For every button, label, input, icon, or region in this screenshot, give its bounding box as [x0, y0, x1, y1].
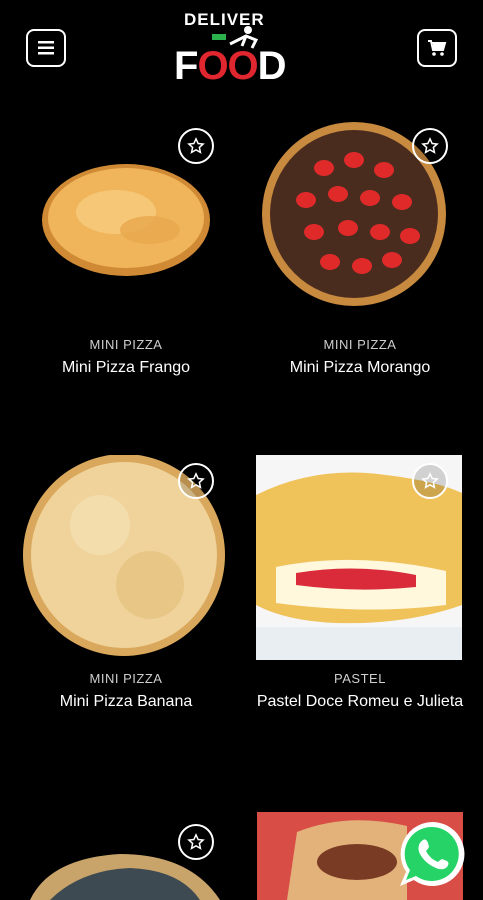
product-card[interactable]	[20, 818, 232, 900]
cart-button[interactable]	[417, 29, 457, 67]
whatsapp-button[interactable]	[396, 818, 468, 890]
product-card[interactable]: MINI PIZZA Mini Pizza Banana	[20, 455, 232, 725]
product-category: MINI PIZZA	[89, 337, 163, 352]
product-name[interactable]: Pastel Doce Romeu e Julieta	[256, 690, 464, 713]
favorite-button[interactable]	[412, 128, 448, 164]
product-name[interactable]: Mini Pizza Frango	[20, 356, 232, 379]
product-card[interactable]: MINI PIZZA Mini Pizza Frango	[20, 120, 232, 390]
star-icon	[187, 472, 205, 489]
star-icon	[187, 137, 205, 154]
logo-bottom-text: FOOD	[174, 44, 287, 88]
favorite-button[interactable]	[178, 824, 214, 860]
star-icon	[421, 472, 439, 489]
product-category: MINI PIZZA	[323, 337, 397, 352]
app-header: DELIVER FOOD	[0, 0, 483, 100]
star-icon	[187, 833, 205, 850]
deliver-food-logo[interactable]: DELIVER FOOD	[170, 6, 315, 92]
product-name[interactable]: Mini Pizza Banana	[20, 690, 232, 713]
product-card[interactable]: MINI PIZZA Mini Pizza Morango	[254, 120, 466, 390]
hamburger-menu-icon	[38, 41, 54, 55]
shopping-cart-icon	[428, 40, 447, 56]
product-card[interactable]: PASTEL Pastel Doce Romeu e Julieta	[256, 455, 464, 745]
product-category: MINI PIZZA	[89, 671, 163, 686]
product-name[interactable]: Mini Pizza Morango	[254, 356, 466, 379]
whatsapp-icon	[400, 821, 465, 886]
product-category: PASTEL	[334, 671, 386, 686]
star-icon	[421, 137, 439, 154]
favorite-button[interactable]	[412, 463, 448, 499]
menu-button[interactable]	[26, 29, 66, 67]
favorite-button[interactable]	[178, 128, 214, 164]
logo-top-text: DELIVER	[184, 10, 265, 29]
favorite-button[interactable]	[178, 463, 214, 499]
